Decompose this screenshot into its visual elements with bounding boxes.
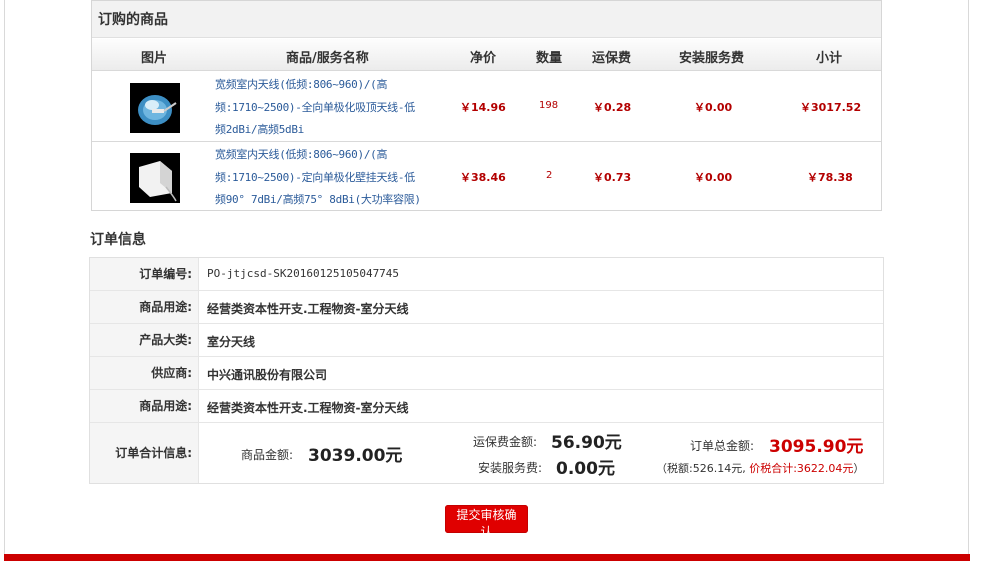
products-panel-header: 订购的商品 <box>92 1 881 38</box>
table-row: 宽频室内天线(低频:806~960)/(高 频:1710~2500)-全向单极化… <box>92 72 881 142</box>
order-totals-label: 订单合计信息: <box>90 423 199 483</box>
col-install: 安装服务费 <box>679 51 745 66</box>
order-total-value: 3095.90元 <box>769 437 864 457</box>
product-image-ceiling-antenna[interactable] <box>130 83 180 133</box>
page-frame-left <box>4 0 5 556</box>
usage-label: 商品用途: <box>90 390 199 422</box>
ceiling-antenna-icon <box>130 83 180 133</box>
product-name-link[interactable]: 宽频室内天线(低频:806~960)/(高 频:1710~2500)-全向单极化… <box>215 74 443 142</box>
shipping-fee: ￥0.73 <box>593 171 632 184</box>
usage-row-2: 商品用途: 经营类资本性开支.工程物资-室分天线 <box>90 390 883 423</box>
install-fee: ￥0.00 <box>694 101 733 114</box>
ordered-products-panel: 订购的商品 图片 商品/服务名称 净价 数量 运保费 安装服务费 小计 宽频室内… <box>91 0 882 211</box>
footer-red-bar <box>4 554 970 561</box>
shipping-amount-value: 56.90元 <box>551 433 622 453</box>
col-quantity: 数量 <box>536 51 563 66</box>
subtotal: ￥78.38 <box>807 171 853 184</box>
category-value: 室分天线 <box>207 335 256 349</box>
order-number-value: PO-jtjcsd-SK20160125105047745 <box>207 267 400 280</box>
tax-summary: （税额:526.14元, 价税合计:3622.04元） <box>656 462 865 475</box>
category-label: 产品大类: <box>90 324 199 356</box>
goods-amount-value: 3039.00元 <box>308 446 403 466</box>
order-number-label: 订单编号: <box>90 258 199 290</box>
col-name: 商品/服务名称 <box>286 51 369 66</box>
product-image-wall-antenna[interactable] <box>130 153 180 203</box>
usage-label: 商品用途: <box>90 291 199 323</box>
supplier-row: 供应商: 中兴通讯股份有限公司 <box>90 357 883 390</box>
product-name-link[interactable]: 宽频室内天线(低频:806~960)/(高 频:1710~2500)-定向单极化… <box>215 144 443 212</box>
products-panel-title: 订购的商品 <box>98 12 168 28</box>
subtotal: ￥3017.52 <box>800 101 862 114</box>
supplier-value: 中兴通讯股份有限公司 <box>207 368 328 382</box>
submit-for-review-button[interactable]: 提交审核确认 <box>445 505 528 539</box>
table-row: 宽频室内天线(低频:806~960)/(高 频:1710~2500)-定向单极化… <box>92 142 881 212</box>
install-fee: ￥0.00 <box>694 171 733 184</box>
supplier-label: 供应商: <box>90 357 199 389</box>
goods-amount-label: 商品金额: <box>241 448 294 462</box>
wall-antenna-icon <box>130 153 180 203</box>
col-shipping: 运保费 <box>592 51 632 66</box>
col-unit-price: 净价 <box>470 51 497 66</box>
col-image: 图片 <box>141 51 168 66</box>
usage-value: 经营类资本性开支.工程物资-室分天线 <box>207 302 409 316</box>
order-number-row: 订单编号: PO-jtjcsd-SK20160125105047745 <box>90 258 883 291</box>
install-amount-value: 0.00元 <box>556 459 615 479</box>
products-table-header: 图片 商品/服务名称 净价 数量 运保费 安装服务费 小计 <box>92 39 881 71</box>
unit-price: ￥14.96 <box>460 101 506 114</box>
quantity: 2 <box>546 170 553 181</box>
col-subtotal: 小计 <box>816 51 843 66</box>
page-frame-right <box>968 0 969 556</box>
category-row: 产品大类: 室分天线 <box>90 324 883 357</box>
usage-value: 经营类资本性开支.工程物资-室分天线 <box>207 401 409 415</box>
unit-price: ￥38.46 <box>460 171 506 184</box>
order-totals-row: 订单合计信息: 商品金额: 3039.00元 运保费金额: 56.90元 安装服… <box>90 423 883 483</box>
order-info-title: 订单信息 <box>90 232 146 248</box>
shipping-fee: ￥0.28 <box>593 101 632 114</box>
usage-row: 商品用途: 经营类资本性开支.工程物资-室分天线 <box>90 291 883 324</box>
quantity: 198 <box>539 100 559 111</box>
install-amount-label: 安装服务费: <box>478 461 543 475</box>
order-total-label: 订单总金额: <box>690 439 755 453</box>
order-info-table: 订单编号: PO-jtjcsd-SK20160125105047745 商品用途… <box>89 257 884 484</box>
shipping-amount-label: 运保费金额: <box>473 435 538 449</box>
tax-inclusive-total: 价税合计:3622.04元 <box>749 462 854 475</box>
